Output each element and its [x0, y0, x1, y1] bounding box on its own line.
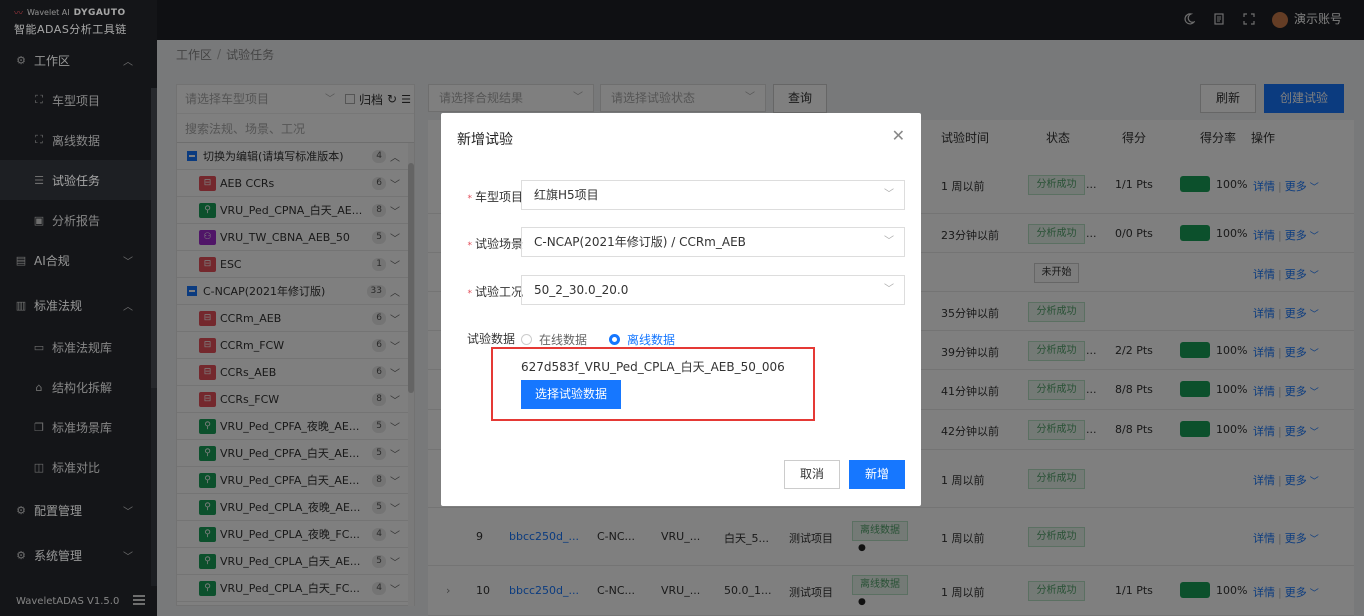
vehicle-value: 红旗H5项目: [534, 188, 599, 202]
chevron-down-icon: ﹀: [884, 236, 894, 247]
chevron-down-icon: ﹀: [884, 284, 894, 295]
scene-select[interactable]: C-NCAP(2021年修订版) / CCRm_AEB ﹀: [521, 227, 905, 257]
scene-row: * 试验场景 C-NCAP(2021年修订版) / CCRm_AEB ﹀: [441, 227, 921, 257]
offline-data-radio[interactable]: 离线数据: [609, 331, 675, 348]
scene-value: C-NCAP(2021年修订版) / CCRm_AEB: [534, 235, 746, 249]
modal-mask-sidebar: [0, 40, 157, 616]
condition-label: * 试验工况: [467, 285, 523, 299]
online-data-label: 在线数据: [539, 333, 588, 347]
cancel-button[interactable]: 取消: [784, 460, 840, 489]
vehicle-label: * 车型项目: [467, 190, 523, 204]
dialog-title: 新增试验: [457, 132, 513, 148]
scene-label-text: 试验场景: [474, 237, 523, 251]
offline-data-label: 离线数据: [627, 333, 676, 347]
vehicle-select[interactable]: 红旗H5项目 ﹀: [521, 180, 905, 210]
data-label: 试验数据: [467, 332, 516, 346]
submit-button[interactable]: 新增: [849, 460, 905, 489]
vehicle-row: * 车型项目 红旗H5项目 ﹀: [441, 180, 921, 210]
highlight-box: [491, 347, 815, 421]
modal-mask-top: [0, 0, 157, 40]
condition-value: 50_2_30.0_20.0: [534, 283, 629, 297]
condition-select[interactable]: 50_2_30.0_20.0 ﹀: [521, 275, 905, 305]
close-icon[interactable]: ✕: [892, 126, 905, 145]
radio-circle-selected: [609, 334, 620, 345]
online-data-radio[interactable]: 在线数据: [521, 331, 587, 348]
condition-label-text: 试验工况: [474, 285, 523, 299]
new-test-dialog: 新增试验 ✕ * 车型项目 红旗H5项目 ﹀ * 试验场景 C-NCAP(2021年修…: [441, 113, 921, 506]
chevron-down-icon: ﹀: [884, 189, 894, 200]
radio-circle: [521, 334, 532, 345]
vehicle-label-text: 车型项目: [474, 190, 523, 204]
condition-row: * 试验工况 50_2_30.0_20.0 ﹀: [441, 275, 921, 305]
scene-label: * 试验场景: [467, 237, 523, 251]
